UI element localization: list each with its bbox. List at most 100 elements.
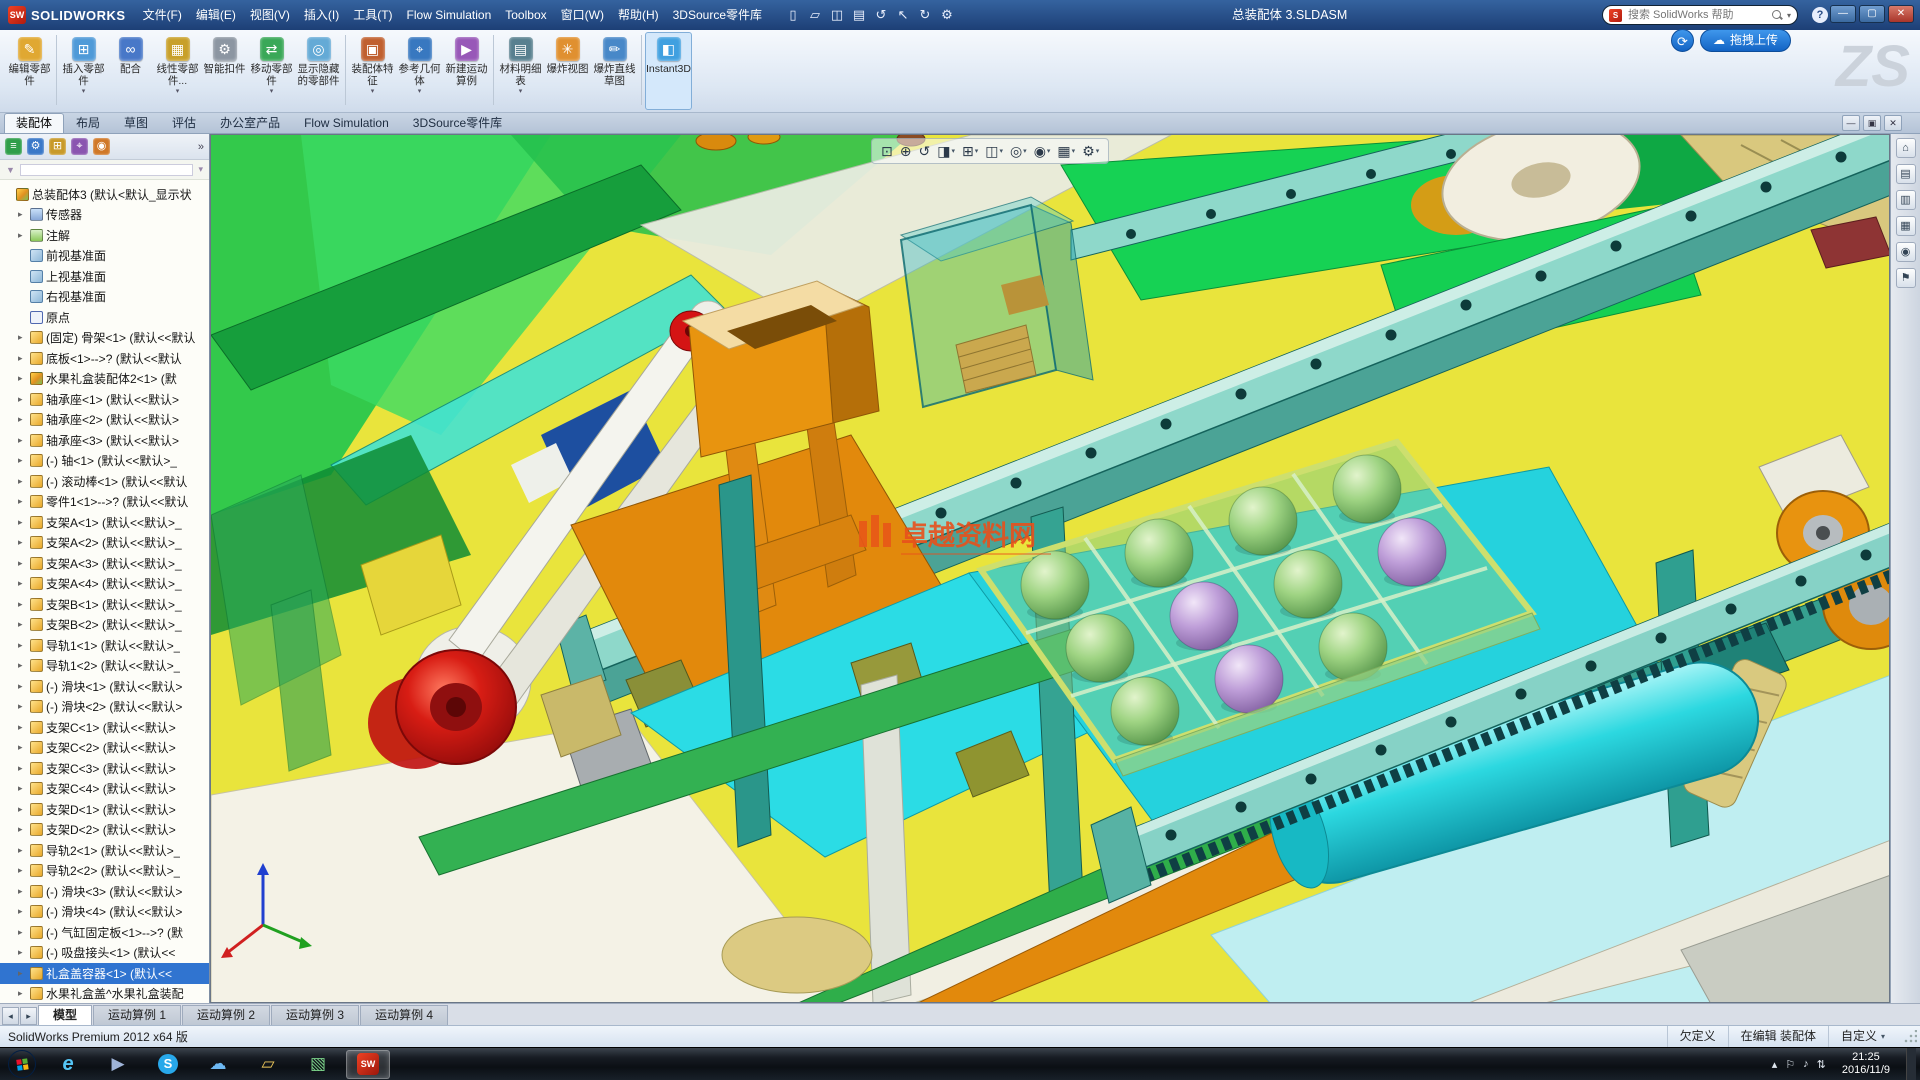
tree-item[interactable]: ▸底板<1>-->? (默认<<默认 xyxy=(0,348,209,369)
menubar-item[interactable]: 视图(V) xyxy=(243,0,297,30)
taskbar-skype[interactable]: S xyxy=(146,1050,190,1079)
tree-item[interactable]: ▸支架D<2> (默认<<默认> xyxy=(0,820,209,841)
design-library-tab[interactable]: ▤ xyxy=(1896,164,1916,184)
save-button-icon[interactable]: ◫ xyxy=(827,5,847,25)
edit-component-button[interactable]: ✎编辑零部件 xyxy=(6,32,53,110)
appearances-scenes-tab[interactable]: ◉ xyxy=(1896,242,1916,262)
tree-expander-icon[interactable]: ▸ xyxy=(18,619,27,630)
file-explorer-tab[interactable]: ▥ xyxy=(1896,190,1916,210)
featuremanager-filter[interactable]: ▼ ▾ xyxy=(0,160,209,180)
zoom-to-area-icon[interactable]: ⊕ xyxy=(897,143,915,160)
tree-item[interactable]: ▸轴承座<1> (默认<<默认> xyxy=(0,389,209,410)
tree-item[interactable]: ▸支架C<3> (默认<<默认> xyxy=(0,758,209,779)
tree-expander-icon[interactable]: ▸ xyxy=(18,455,27,466)
tree-item[interactable]: 总装配体3 (默认<默认_显示状 xyxy=(0,184,209,205)
view-palette-tab[interactable]: ▦ xyxy=(1896,216,1916,236)
tree-item[interactable]: ▸导轨1<2> (默认<<默认>_ xyxy=(0,656,209,677)
tree-item[interactable]: ▸(-) 滑块<4> (默认<<默认> xyxy=(0,902,209,923)
tree-item[interactable]: ▸导轨2<2> (默认<<默认>_ xyxy=(0,861,209,882)
menubar-item[interactable]: 工具(T) xyxy=(346,0,399,30)
taskbar-ie[interactable]: e xyxy=(46,1050,90,1079)
taskbar-3dsource-cloud[interactable]: ☁ xyxy=(196,1050,240,1079)
tree-item[interactable]: ▸(固定) 骨架<1> (默认<<默认 xyxy=(0,328,209,349)
model-tab[interactable]: 运动算例 3 xyxy=(271,1005,359,1025)
search-input[interactable] xyxy=(1626,8,1767,22)
apply-scene-icon[interactable]: ▦▾ xyxy=(1054,143,1078,160)
previous-view-icon[interactable]: ↺ xyxy=(915,143,933,160)
tree-item[interactable]: ▸(-) 滑块<1> (默认<<默认> xyxy=(0,676,209,697)
tree-item[interactable]: ▸支架D<1> (默认<<默认> xyxy=(0,799,209,820)
tree-item[interactable]: ▸支架C<4> (默认<<默认> xyxy=(0,779,209,800)
tree-item[interactable]: ▸支架A<4> (默认<<默认>_ xyxy=(0,574,209,595)
dimxpertmanager-tab[interactable]: ⌖ xyxy=(71,138,88,155)
tree-item[interactable]: ▸支架B<2> (默认<<默认>_ xyxy=(0,615,209,636)
tree-item[interactable]: ▸轴承座<3> (默认<<默认> xyxy=(0,430,209,451)
section-view-icon[interactable]: ◨▾ xyxy=(934,143,958,160)
tree-item[interactable]: ▸传感器 xyxy=(0,205,209,226)
tree-expander-icon[interactable]: ▸ xyxy=(18,804,27,815)
hide-show-items-icon[interactable]: ◎▾ xyxy=(1007,143,1030,160)
model-tab[interactable]: 运动算例 4 xyxy=(360,1005,448,1025)
tree-item[interactable]: ▸导轨2<1> (默认<<默认>_ xyxy=(0,840,209,861)
tree-expander-icon[interactable]: ▸ xyxy=(18,373,27,384)
options-button-icon[interactable]: ⚙ xyxy=(937,5,957,25)
tree-expander-icon[interactable]: ▸ xyxy=(18,701,27,712)
tree-expander-icon[interactable]: ▸ xyxy=(18,414,27,425)
model-tab[interactable]: 运动算例 1 xyxy=(93,1005,181,1025)
tree-item[interactable]: ▸(-) 滑块<2> (默认<<默认> xyxy=(0,697,209,718)
close-button[interactable]: ✕ xyxy=(1888,5,1914,23)
tree-expander-icon[interactable]: ▸ xyxy=(18,906,27,917)
tree-item[interactable]: ▸导轨1<1> (默认<<默认>_ xyxy=(0,635,209,656)
tray-volume-icon[interactable]: ♪ xyxy=(1803,1058,1809,1070)
tree-expander-icon[interactable]: ▸ xyxy=(18,517,27,528)
tree-expander-icon[interactable]: ▸ xyxy=(18,496,27,507)
menubar-item[interactable]: 帮助(H) xyxy=(611,0,666,30)
tree-item[interactable]: ▸支架C<2> (默认<<默认> xyxy=(0,738,209,759)
tree-expander-icon[interactable]: ▸ xyxy=(18,476,27,487)
menubar-item[interactable]: 3DSource零件库 xyxy=(666,0,769,30)
tree-expander-icon[interactable]: ▸ xyxy=(18,578,27,589)
zoom-to-fit-icon[interactable]: ⊡ xyxy=(878,143,896,160)
tree-expander-icon[interactable]: ▸ xyxy=(18,681,27,692)
panel-flyout-icon[interactable]: » xyxy=(198,141,204,153)
commandmanager-tab[interactable]: 3DSource零件库 xyxy=(401,113,514,133)
search-icon[interactable] xyxy=(1771,9,1783,21)
explode-line-sketch-button[interactable]: ✏爆炸直线草图 xyxy=(591,32,638,110)
tree-item[interactable]: ▸礼盒盖容器<1> (默认<< xyxy=(0,963,209,984)
tray-action-center-icon[interactable]: ⚐ xyxy=(1785,1058,1795,1071)
menubar-item[interactable]: Toolbox xyxy=(498,0,553,30)
menubar-item[interactable]: 编辑(E) xyxy=(189,0,243,30)
filter-field[interactable] xyxy=(20,164,194,176)
view-orientation-icon[interactable]: ⊞▾ xyxy=(959,143,981,160)
tree-expander-icon[interactable]: ▸ xyxy=(18,209,27,220)
taskbar-media-player[interactable]: ▶ xyxy=(96,1050,140,1079)
search-box[interactable]: S ▾ xyxy=(1602,5,1798,25)
edit-appearance-icon[interactable]: ◉▾ xyxy=(1031,143,1054,160)
tree-expander-icon[interactable]: ▸ xyxy=(18,435,27,446)
3d-scene[interactable]: 卓越资料网 xyxy=(211,135,1890,1003)
tree-item[interactable]: ▸水果礼盒盖^水果礼盒装配 xyxy=(0,984,209,1004)
commandmanager-tab[interactable]: Flow Simulation xyxy=(292,113,401,133)
show-desktop-button[interactable] xyxy=(1906,1048,1916,1080)
select-tool-button-icon[interactable]: ↖ xyxy=(893,5,913,25)
tray-hidden-icons-icon[interactable]: ▴ xyxy=(1772,1058,1778,1071)
menubar-item[interactable]: Flow Simulation xyxy=(400,0,499,30)
print-button-icon[interactable]: ▤ xyxy=(849,5,869,25)
tree-expander-icon[interactable]: ▸ xyxy=(18,865,27,876)
tree-item[interactable]: ▸注解 xyxy=(0,225,209,246)
tree-expander-icon[interactable]: ▸ xyxy=(18,230,27,241)
model-tab[interactable]: 模型 xyxy=(38,1005,92,1025)
tree-item[interactable]: ▸(-) 滚动棒<1> (默认<<默认 xyxy=(0,471,209,492)
menubar-item[interactable]: 插入(I) xyxy=(297,0,346,30)
tree-expander-icon[interactable]: ▸ xyxy=(18,332,27,343)
tree-item[interactable]: ▸支架A<3> (默认<<默认>_ xyxy=(0,553,209,574)
new-motion-study-button[interactable]: ▶新建运动算例 xyxy=(443,32,490,110)
tree-expander-icon[interactable]: ▸ xyxy=(18,558,27,569)
show-hidden-components-button[interactable]: ◎显示隐藏的零部件 xyxy=(295,32,342,110)
tree-expander-icon[interactable]: ▸ xyxy=(18,783,27,794)
tree-item[interactable]: ▸支架A<2> (默认<<默认>_ xyxy=(0,533,209,554)
commandmanager-tab[interactable]: 布局 xyxy=(64,113,112,133)
minimize-button[interactable]: — xyxy=(1830,5,1856,23)
menubar-item[interactable]: 文件(F) xyxy=(136,0,189,30)
insert-components-button[interactable]: ⊞插入零部件▾ xyxy=(60,32,107,110)
